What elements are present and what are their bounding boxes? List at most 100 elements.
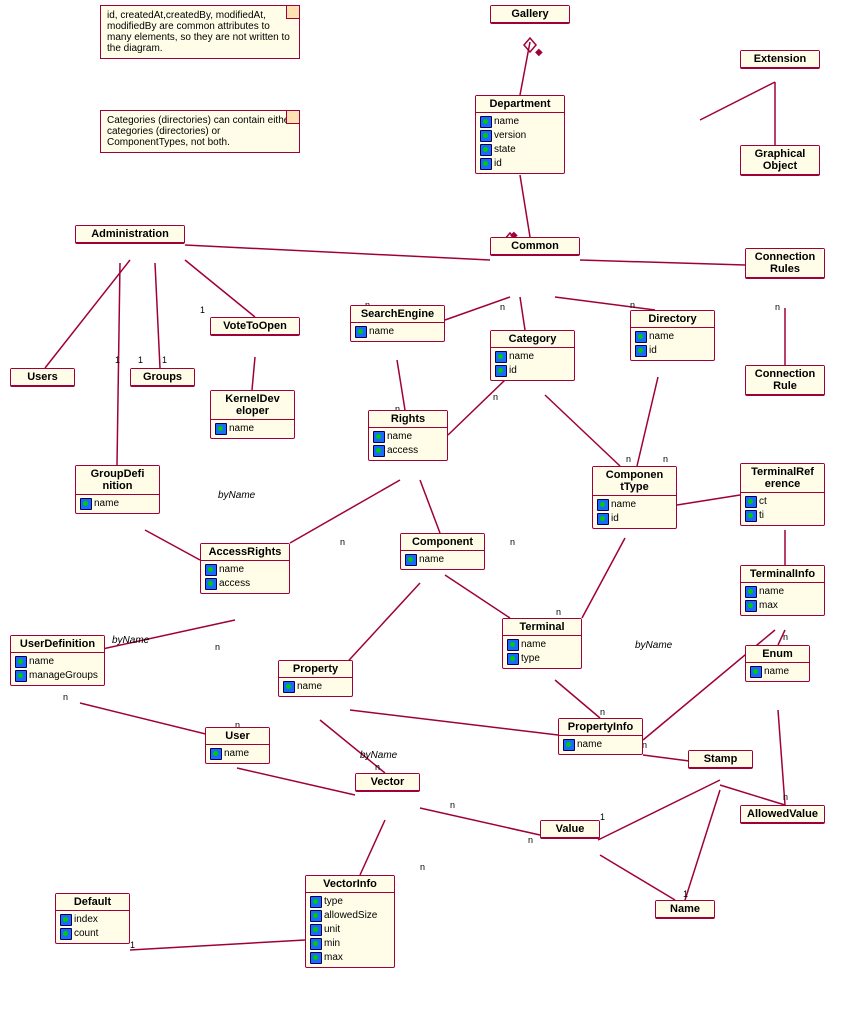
attr-icon	[15, 670, 27, 682]
attr-icon	[745, 586, 757, 598]
class-title-User: User	[206, 728, 269, 745]
svg-text:n: n	[626, 454, 631, 464]
class-VectorInfo[interactable]: VectorInfotypeallowedSizeunitminmax	[305, 875, 395, 968]
attr-UserDefinition-name: name	[15, 655, 100, 669]
class-body-TerminalReference: ctti	[741, 493, 824, 525]
class-SearchEngine[interactable]: SearchEnginename	[350, 305, 445, 342]
svg-text:n: n	[510, 537, 515, 547]
class-body-Default: indexcount	[56, 911, 129, 943]
attr-label: max	[324, 951, 343, 965]
class-title-Directory: Directory	[631, 311, 714, 328]
class-body-UserDefinition: namemanageGroups	[11, 653, 104, 685]
class-title-Administration: Administration	[76, 226, 184, 243]
class-title-VectorInfo: VectorInfo	[306, 876, 394, 893]
class-VoteToOpen[interactable]: VoteToOpen	[210, 317, 300, 336]
class-Administration[interactable]: Administration	[75, 225, 185, 244]
attr-ComponentType-id: id	[597, 512, 672, 526]
svg-text:n: n	[630, 300, 635, 310]
class-Component[interactable]: Componentname	[400, 533, 485, 570]
class-GroupDefinition[interactable]: GroupDefinitionname	[75, 465, 160, 514]
class-User[interactable]: Username	[205, 727, 270, 764]
attr-icon	[597, 499, 609, 511]
diagram-container: ◆ ◆ n n n n n n 1 1 1 1 1 n n n n n n n …	[0, 0, 850, 1025]
attr-icon	[495, 351, 507, 363]
class-body-Terminal: nametype	[503, 636, 581, 668]
attr-icon	[750, 666, 762, 678]
class-Groups[interactable]: Groups	[130, 368, 195, 387]
class-Value[interactable]: Value	[540, 820, 600, 839]
class-AccessRights[interactable]: AccessRightsnameaccess	[200, 543, 290, 594]
class-ComponentType[interactable]: ComponentTypenameid	[592, 466, 677, 529]
attr-TerminalReference-ct: ct	[745, 495, 820, 509]
svg-text:1: 1	[200, 305, 205, 315]
svg-text:n: n	[340, 537, 345, 547]
attr-TerminalInfo-name: name	[745, 585, 820, 599]
class-Users[interactable]: Users	[10, 368, 75, 387]
class-AllowedValue[interactable]: AllowedValue	[740, 805, 825, 824]
attr-Enum-name: name	[750, 665, 805, 679]
class-Directory[interactable]: Directorynameid	[630, 310, 715, 361]
class-title-UserDefinition: UserDefinition	[11, 636, 104, 653]
class-ConnectionRule[interactable]: ConnectionRule	[745, 365, 825, 396]
class-Stamp[interactable]: Stamp	[688, 750, 753, 769]
class-Vector[interactable]: Vector	[355, 773, 420, 792]
class-title-Vector: Vector	[356, 774, 419, 791]
class-Property[interactable]: Propertyname	[278, 660, 353, 697]
class-body-GroupDefinition: name	[76, 495, 159, 513]
class-Category[interactable]: Categorynameid	[490, 330, 575, 381]
class-TerminalInfo[interactable]: TerminalInfonamemax	[740, 565, 825, 616]
attr-icon	[480, 116, 492, 128]
class-GraphicalObject[interactable]: GraphicalObject	[740, 145, 820, 176]
class-Enum[interactable]: Enumname	[745, 645, 810, 682]
class-ConnectionRules[interactable]: ConnectionRules	[745, 248, 825, 279]
class-Department[interactable]: Departmentnameversionstateid	[475, 95, 565, 174]
attr-label: name	[764, 665, 789, 679]
class-TerminalReference[interactable]: TerminalReferencectti	[740, 463, 825, 526]
class-body-Component: name	[401, 551, 484, 569]
attr-icon	[373, 431, 385, 443]
attr-label: name	[509, 350, 534, 364]
attr-label: name	[387, 430, 412, 444]
attr-label: name	[94, 497, 119, 511]
attr-label: version	[494, 129, 526, 143]
svg-text:n: n	[663, 454, 668, 464]
attr-icon	[745, 510, 757, 522]
attr-Rights-access: access	[373, 444, 443, 458]
svg-text:1: 1	[130, 940, 135, 950]
attr-label: id	[611, 512, 619, 526]
class-title-PropertyInfo: PropertyInfo	[559, 719, 642, 736]
attr-Category-id: id	[495, 364, 570, 378]
class-PropertyInfo[interactable]: PropertyInfoname	[558, 718, 643, 755]
attr-label: ct	[759, 495, 767, 509]
class-Extension[interactable]: Extension	[740, 50, 820, 69]
attr-icon	[635, 345, 647, 357]
attr-icon	[373, 445, 385, 457]
class-Terminal[interactable]: Terminalnametype	[502, 618, 582, 669]
class-title-Property: Property	[279, 661, 352, 678]
class-body-KernelDeveloper: name	[211, 420, 294, 438]
class-Rights[interactable]: Rightsnameaccess	[368, 410, 448, 461]
svg-text:n: n	[215, 642, 220, 652]
class-title-Extension: Extension	[741, 51, 819, 68]
attr-Department-state: state	[480, 143, 560, 157]
attr-AccessRights-name: name	[205, 563, 285, 577]
attr-Rights-name: name	[373, 430, 443, 444]
attr-Directory-name: name	[635, 330, 710, 344]
attr-Default-index: index	[60, 913, 125, 927]
attr-Terminal-type: type	[507, 652, 577, 666]
class-Name[interactable]: Name	[655, 900, 715, 919]
attr-label: name	[611, 498, 636, 512]
class-Common[interactable]: Common	[490, 237, 580, 256]
attr-Department-version: version	[480, 129, 560, 143]
attr-icon	[310, 952, 322, 964]
class-KernelDeveloper[interactable]: KernelDevelopername	[210, 390, 295, 439]
attr-icon	[507, 639, 519, 651]
attr-icon	[480, 144, 492, 156]
attr-icon	[355, 326, 367, 338]
class-Default[interactable]: Defaultindexcount	[55, 893, 130, 944]
class-title-Users: Users	[11, 369, 74, 386]
class-Gallery[interactable]: Gallery	[490, 5, 570, 24]
svg-text:n: n	[493, 392, 498, 402]
attr-label: access	[219, 577, 250, 591]
class-UserDefinition[interactable]: UserDefinitionnamemanageGroups	[10, 635, 105, 686]
